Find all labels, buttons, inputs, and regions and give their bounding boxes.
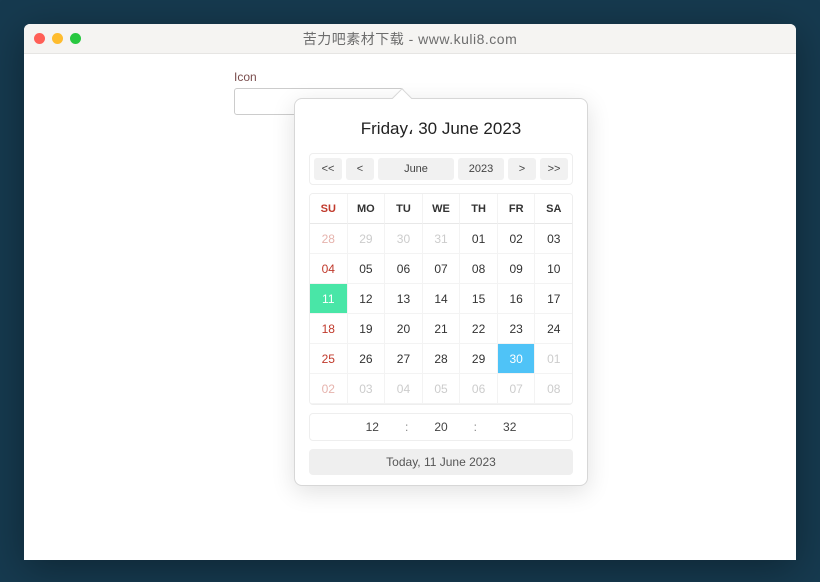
dow-cell: WE [423,194,461,224]
calendar-week: 02030405060708 [310,374,572,404]
dow-cell: SA [535,194,572,224]
window-title: 苦力吧素材下载 - www.kuli8.com [24,29,796,49]
calendar-week: 11121314151617 [310,284,572,314]
calendar-day[interactable]: 09 [498,254,536,284]
calendar-day[interactable]: 30 [385,224,423,254]
today-button[interactable]: Today, 11 June 2023 [309,449,573,475]
minimize-icon[interactable] [52,33,63,44]
calendar-day[interactable]: 07 [423,254,461,284]
calendar-day[interactable]: 08 [460,254,498,284]
calendar-day[interactable]: 04 [310,254,348,284]
calendar-day[interactable]: 17 [535,284,572,314]
calendar-day[interactable]: 03 [348,374,386,404]
calendar-day[interactable]: 03 [535,224,572,254]
calendar-day[interactable]: 30 [498,344,536,374]
datepicker-title: Friday، 30 June 2023 [309,111,573,153]
calendar-day[interactable]: 18 [310,314,348,344]
time-hour[interactable]: 12 [366,420,379,434]
calendar-day[interactable]: 05 [348,254,386,284]
calendar-day[interactable]: 02 [310,374,348,404]
time-colon-icon: : [474,420,477,434]
dow-cell: TU [385,194,423,224]
calendar-day[interactable]: 13 [385,284,423,314]
dow-cell: FR [498,194,536,224]
calendar-day[interactable]: 16 [498,284,536,314]
calendar-day[interactable]: 10 [535,254,572,284]
maximize-icon[interactable] [70,33,81,44]
datepicker-popover: Friday، 30 June 2023 << < June 2023 > >>… [294,98,588,486]
page-content: Icon Friday، 30 June 2023 << < June 2023… [24,54,796,115]
calendar-day[interactable]: 31 [423,224,461,254]
calendar-day[interactable]: 02 [498,224,536,254]
calendar-day[interactable]: 05 [423,374,461,404]
calendar-day[interactable]: 15 [460,284,498,314]
calendar-day[interactable]: 24 [535,314,572,344]
calendar-day[interactable]: 06 [385,254,423,284]
calendar-day[interactable]: 21 [423,314,461,344]
time-minute[interactable]: 20 [434,420,447,434]
calendar-day[interactable]: 29 [348,224,386,254]
calendar-week: 28293031010203 [310,224,572,254]
dow-cell: TH [460,194,498,224]
prev-year-button[interactable]: << [314,158,342,180]
calendar-day[interactable]: 06 [460,374,498,404]
time-picker: 12 : 20 : 32 [309,413,573,441]
field-label: Icon [234,70,796,84]
calendar-day[interactable]: 22 [460,314,498,344]
dow-cell: MO [348,194,386,224]
calendar-day[interactable]: 12 [348,284,386,314]
calendar-week: 04050607080910 [310,254,572,284]
datepicker-nav: << < June 2023 > >> [309,153,573,185]
calendar-day[interactable]: 19 [348,314,386,344]
calendar-day[interactable]: 11 [310,284,348,314]
calendar-day[interactable]: 01 [460,224,498,254]
next-month-button[interactable]: > [508,158,536,180]
dow-header: SUMOTUWETHFRSA [310,194,572,224]
time-second[interactable]: 32 [503,420,516,434]
dow-cell: SU [310,194,348,224]
calendar-week: 18192021222324 [310,314,572,344]
month-select-button[interactable]: June [378,158,454,180]
calendar-week: 25262728293001 [310,344,572,374]
calendar-day[interactable]: 04 [385,374,423,404]
next-year-button[interactable]: >> [540,158,568,180]
close-icon[interactable] [34,33,45,44]
calendar-day[interactable]: 01 [535,344,572,374]
prev-month-button[interactable]: < [346,158,374,180]
traffic-lights [34,33,81,44]
calendar-day[interactable]: 08 [535,374,572,404]
calendar-day[interactable]: 29 [460,344,498,374]
app-window: 苦力吧素材下载 - www.kuli8.com Icon Friday، 30 … [24,24,796,560]
calendar-day[interactable]: 28 [310,224,348,254]
calendar-day[interactable]: 07 [498,374,536,404]
calendar-day[interactable]: 27 [385,344,423,374]
calendar-day[interactable]: 23 [498,314,536,344]
calendar-day[interactable]: 25 [310,344,348,374]
calendar-day[interactable]: 14 [423,284,461,314]
calendar-day[interactable]: 28 [423,344,461,374]
calendar-grid: SUMOTUWETHFRSA 2829303101020304050607080… [309,193,573,405]
year-select-button[interactable]: 2023 [458,158,504,180]
calendar-day[interactable]: 26 [348,344,386,374]
window-titlebar: 苦力吧素材下载 - www.kuli8.com [24,24,796,54]
calendar-day[interactable]: 20 [385,314,423,344]
time-colon-icon: : [405,420,408,434]
